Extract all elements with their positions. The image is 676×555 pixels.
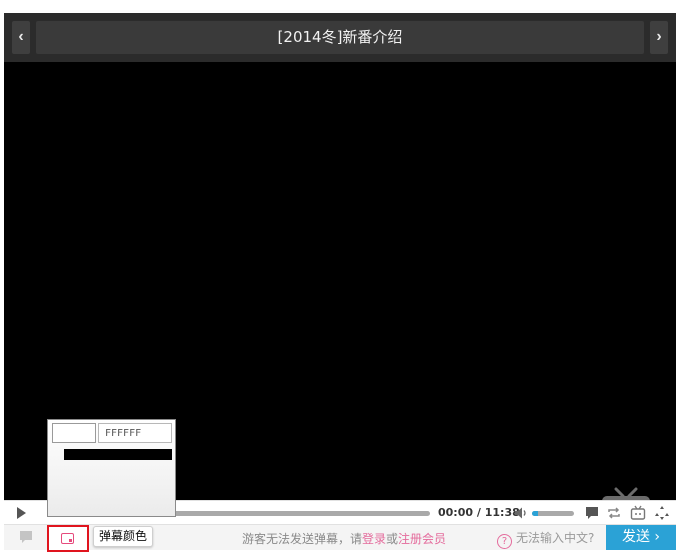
register-link[interactable]: 注册会员 xyxy=(398,532,446,546)
color-palette-icon xyxy=(61,533,74,544)
or-text: 或 xyxy=(386,532,399,546)
prev-episode-button[interactable]: ‹ xyxy=(12,21,30,54)
time-separator: / xyxy=(476,506,481,519)
video-title: [2014冬]新番介绍 xyxy=(36,21,644,54)
ime-help-text: 无法输入中文? xyxy=(516,531,595,545)
color-picker-popup xyxy=(47,419,176,517)
volume-level xyxy=(532,511,539,516)
ime-help-link[interactable]: ? 无法输入中文? xyxy=(497,529,594,549)
danmaku-list-icon[interactable] xyxy=(584,505,600,521)
guest-message: 游客无法发送弹幕，请登录或注册会员 xyxy=(242,530,446,547)
play-icon[interactable] xyxy=(14,506,28,520)
danmaku-toggle-icon[interactable] xyxy=(19,530,33,544)
color-tooltip: 弹幕颜色 xyxy=(93,526,154,547)
volume-icon[interactable] xyxy=(514,506,528,520)
title-bar: ‹ [2014冬]新番介绍 › xyxy=(4,13,676,62)
help-icon: ? xyxy=(497,534,512,549)
widescreen-tv-icon[interactable] xyxy=(630,505,646,521)
danmaku-bar: 弹幕颜色 游客无法发送弹幕，请登录或注册会员 ? 无法输入中文? 发送 › xyxy=(4,524,676,552)
fullscreen-icon[interactable] xyxy=(654,505,670,521)
login-link[interactable]: 登录 xyxy=(362,532,386,546)
send-button[interactable]: 发送 › xyxy=(606,525,676,550)
volume-slider[interactable] xyxy=(532,511,574,516)
next-episode-button[interactable]: › xyxy=(650,21,668,54)
color-preview-swatch xyxy=(52,423,96,443)
danmaku-color-button[interactable] xyxy=(47,525,89,552)
guest-message-text: 游客无法发送弹幕，请 xyxy=(242,532,363,546)
color-spectrum-bar[interactable] xyxy=(64,449,172,460)
hex-color-input[interactable] xyxy=(98,423,172,443)
loop-icon[interactable] xyxy=(606,505,622,521)
time-display: 00:00 / 11:38 xyxy=(438,506,520,519)
current-time: 00:00 xyxy=(438,506,474,519)
